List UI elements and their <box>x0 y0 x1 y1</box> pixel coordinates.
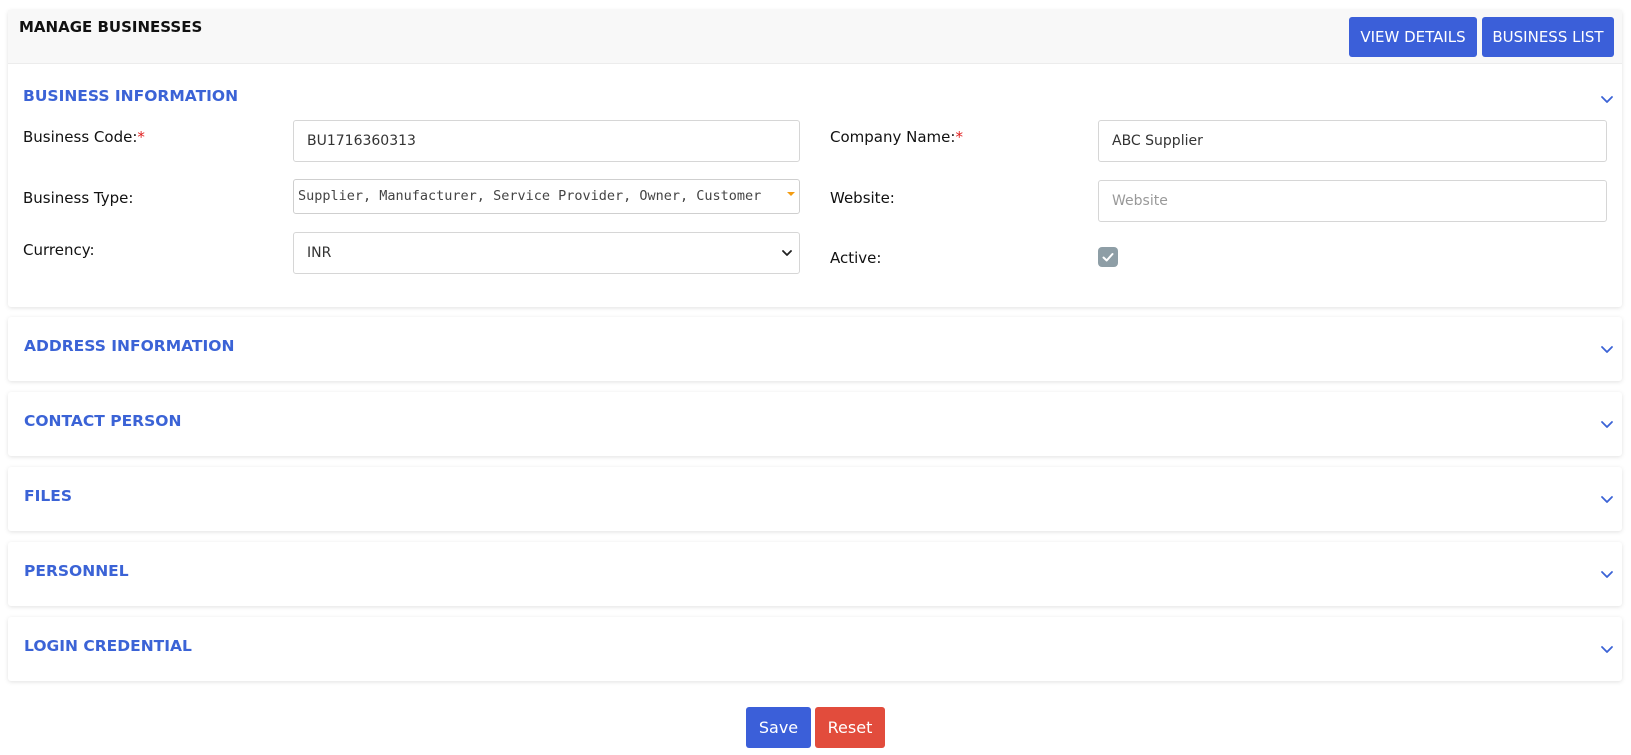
business-code-input[interactable]: BU1716360313 <box>293 120 800 162</box>
chevron-down-icon[interactable] <box>1599 566 1615 582</box>
chevron-down-icon[interactable] <box>1599 341 1615 357</box>
currency-label: Currency: <box>23 241 95 259</box>
section-title: CONTACT PERSON <box>24 412 182 430</box>
active-checkbox[interactable] <box>1098 247 1118 267</box>
active-label: Active: <box>830 249 882 267</box>
page-title: MANAGE BUSINESSES <box>19 18 203 36</box>
currency-value: INR <box>307 245 332 261</box>
company-name-input[interactable]: ABC Supplier <box>1098 120 1607 162</box>
chevron-down-icon <box>781 247 793 259</box>
page-header: MANAGE BUSINESSES VIEW DETAILS BUSINESS … <box>8 10 1622 64</box>
business-type-value: Supplier, Manufacturer, Service Provider… <box>298 188 762 204</box>
business-information-title[interactable]: BUSINESS INFORMATION <box>23 87 238 105</box>
view-details-button[interactable]: VIEW DETAILS <box>1349 17 1477 57</box>
website-input[interactable]: Website <box>1098 180 1607 222</box>
business-type-multiselect[interactable]: Supplier, Manufacturer, Service Provider… <box>293 179 800 214</box>
reset-button[interactable]: Reset <box>815 707 885 748</box>
required-mark: * <box>955 128 963 146</box>
chevron-down-icon[interactable] <box>1599 641 1615 657</box>
required-mark: * <box>137 128 145 146</box>
company-name-label: Company Name:* <box>830 128 963 146</box>
chevron-down-icon[interactable] <box>1599 91 1615 107</box>
accordion-contact-person[interactable]: CONTACT PERSON <box>8 392 1622 456</box>
section-title: ADDRESS INFORMATION <box>24 337 235 355</box>
caret-down-icon <box>787 192 795 196</box>
accordion-login-credential[interactable]: LOGIN CREDENTIAL <box>8 617 1622 681</box>
section-title: PERSONNEL <box>24 562 129 580</box>
check-icon <box>1102 253 1114 262</box>
section-title: FILES <box>24 487 72 505</box>
accordion-personnel[interactable]: PERSONNEL <box>8 542 1622 606</box>
save-button[interactable]: Save <box>746 707 811 748</box>
chevron-down-icon[interactable] <box>1599 416 1615 432</box>
accordion-address-information[interactable]: ADDRESS INFORMATION <box>8 317 1622 381</box>
accordion-files[interactable]: FILES <box>8 467 1622 531</box>
currency-select[interactable]: INR <box>293 232 800 274</box>
business-code-label: Business Code:* <box>23 128 145 146</box>
section-title: LOGIN CREDENTIAL <box>24 637 192 655</box>
website-label: Website: <box>830 189 895 207</box>
business-list-button[interactable]: BUSINESS LIST <box>1482 17 1614 57</box>
business-type-label: Business Type: <box>23 189 134 207</box>
chevron-down-icon[interactable] <box>1599 491 1615 507</box>
